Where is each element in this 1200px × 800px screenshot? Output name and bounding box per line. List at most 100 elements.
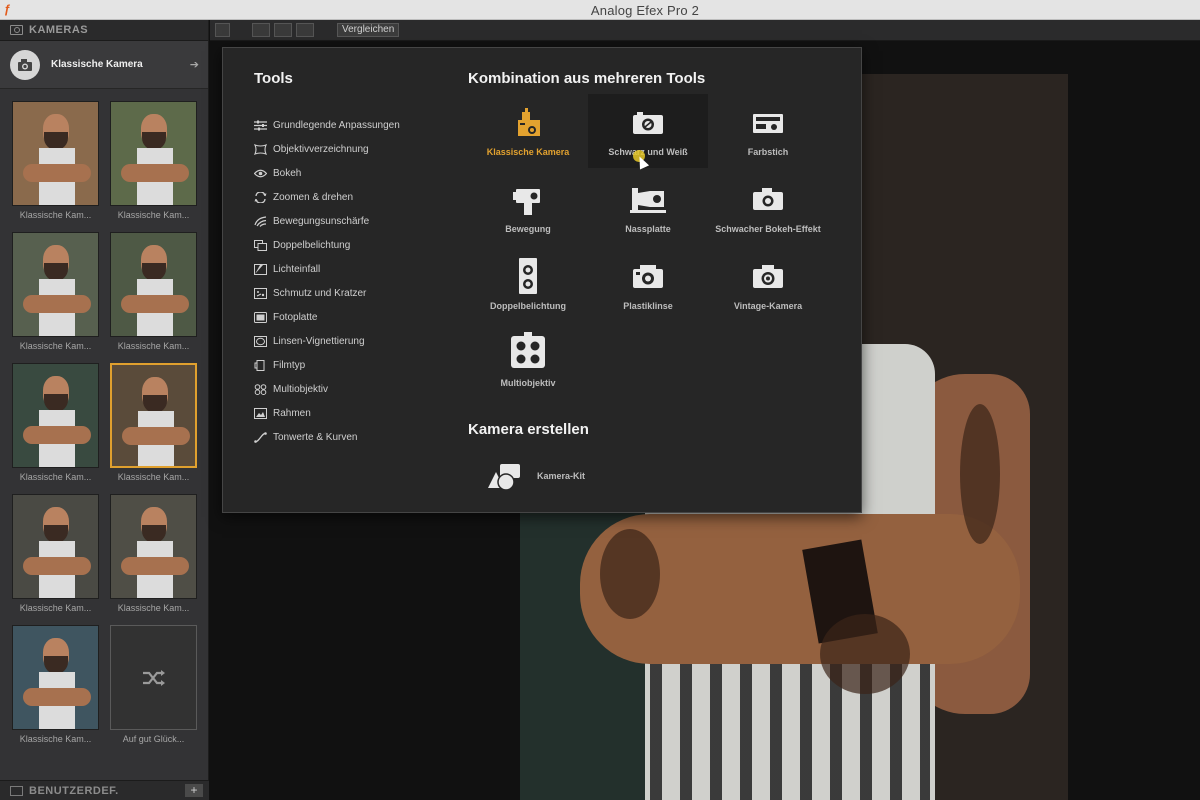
camera-option-multi-lens[interactable]: Multiobjektiv [468,325,588,399]
thumbnail-label: Klassische Kam... [19,734,92,744]
tool-label: Bokeh [273,167,302,179]
tool-label: Doppelbelichtung [273,239,351,251]
camera-kit-icon [488,464,520,491]
thumbnail-image [12,363,99,468]
camera-avatar [10,49,40,80]
tool-item[interactable]: Rahmen [254,401,400,425]
preset-thumbnail[interactable]: Klassische Kam... [12,101,99,220]
camera-icon [10,25,23,35]
dirt-icon [254,287,267,299]
tool-label: Schmutz und Kratzer [273,287,367,299]
camera-option-label: Schwarz und Weiß [608,147,688,157]
tool-item[interactable]: Linsen-Vignettierung [254,329,400,353]
camera-option-double-exposure[interactable]: Doppelbelichtung [468,248,588,322]
selected-camera-label: Klassische Kamera [51,59,143,70]
thumbnail-image [110,363,197,468]
tool-label: Rahmen [273,407,311,419]
vignette-icon [254,335,267,347]
double-exposure-icon [254,239,267,251]
tool-item[interactable]: Schmutz und Kratzer [254,281,400,305]
tool-item[interactable]: Tonwerte & Kurven [254,425,400,449]
preset-thumbnail[interactable]: Klassische Kam... [12,625,99,744]
tool-item[interactable]: Filmtyp [254,353,400,377]
camera-option-classic[interactable]: Klassische Kamera [468,94,588,168]
compare-button[interactable]: Vergleichen [337,23,400,37]
cameras-header-label: KAMERAS [29,24,89,36]
camera-option-label: Klassische Kamera [486,147,570,157]
camera-option-subtle-bokeh[interactable]: Schwacher Bokeh-Effekt [708,171,828,245]
tool-item[interactable]: Bewegungsunschärfe [254,209,400,233]
preset-thumbnail[interactable]: Klassische Kam... [110,232,197,351]
combination-heading: Kombination aus mehreren Tools [468,70,706,87]
toy-camera-icon [633,265,663,288]
tool-item[interactable]: Zoomen & drehen [254,185,400,209]
bokeh-eye-icon [254,169,267,177]
camera-kit-option[interactable]: Kamera-Kit [486,460,626,494]
camera-option-label: Vintage-Kamera [733,301,803,311]
camera-option-color-cast[interactable]: Farbstich [708,94,828,168]
classic-camera-icon [518,108,540,136]
lens-distortion-icon [254,143,267,155]
film-type-icon [254,359,265,371]
random-thumbnail [110,625,197,730]
preset-thumbnail-selected[interactable]: Klassische Kam... [110,363,197,482]
camera-option-label: Farbstich [747,147,789,157]
tool-label: Filmtyp [273,359,306,371]
camera-type-panel: Tools Grundlegende Anpassungen Objektivv… [222,47,862,513]
tool-item[interactable]: Objektivverzeichnung [254,137,400,161]
thumbnail-image [12,101,99,206]
camera-option-motion[interactable]: Bewegung [468,171,588,245]
tool-item[interactable]: Multiobjektiv [254,377,400,401]
camera-option-bw[interactable]: Schwarz und Weiß [588,94,708,168]
custom-presets-footer[interactable]: BENUTZERDEF. + [0,780,209,800]
rotate-icon [254,191,267,203]
thumbnail-label: Klassische Kam... [117,603,190,613]
tool-label: Zoomen & drehen [273,191,354,203]
tool-item[interactable]: Fotoplatte [254,305,400,329]
cameras-header: KAMERAS [0,20,208,41]
camera-option-label: Plastiklinse [623,301,673,311]
cameras-sidebar: KAMERAS Klassische Kamera ➔ Klassische K… [0,20,209,800]
camera-option-toy[interactable]: Plastiklinse [588,248,708,322]
vintage-camera-icon [753,265,783,288]
multi-lens-icon [254,383,267,395]
thumbnail-label: Klassische Kam... [117,210,190,220]
preset-thumbnail[interactable]: Klassische Kam... [12,363,99,482]
single-view-button[interactable] [252,23,270,37]
photo-plate-icon [254,311,267,323]
split-view-button[interactable] [274,23,292,37]
thumbnail-image [110,232,197,337]
preset-thumbnail[interactable]: Klassische Kam... [12,232,99,351]
bw-camera-icon [633,112,663,134]
thumbnail-image [12,494,99,599]
color-cast-camera-icon [753,114,783,133]
tool-item[interactable]: Bokeh [254,161,400,185]
subtle-bokeh-camera-icon [753,188,783,210]
top-toolbar: Vergleichen [210,20,1200,41]
thumbnail-label: Klassische Kam... [117,341,190,351]
thumbnail-label: Klassische Kam... [19,472,92,482]
preset-thumbnail[interactable]: Klassische Kam... [12,494,99,613]
preset-thumbnail[interactable]: Klassische Kam... [110,494,197,613]
thumbnail-image [12,232,99,337]
tool-item[interactable]: Doppelbelichtung [254,233,400,257]
sliders-icon [254,120,267,130]
toggle-sidebar-button[interactable] [215,23,230,37]
create-camera-heading: Kamera erstellen [468,421,589,438]
arrow-right-icon[interactable]: ➔ [190,58,199,71]
tool-item[interactable]: Grundlegende Anpassungen [254,113,400,137]
tool-item[interactable]: Lichteinfall [254,257,400,281]
tool-label: Objektivverzeichnung [273,143,369,155]
camera-selector[interactable]: Klassische Kamera ➔ [0,41,208,89]
add-preset-button[interactable]: + [185,784,203,797]
light-leak-icon [254,263,267,275]
thumbnail-image [110,494,197,599]
camera-option-wet-plate[interactable]: Nassplatte [588,171,708,245]
preset-thumbnail[interactable]: Klassische Kam... [110,101,197,220]
tool-label: Grundlegende Anpassungen [273,119,400,131]
motion-blur-icon [254,215,267,227]
side-by-side-button[interactable] [296,23,314,37]
camera-option-vintage[interactable]: Vintage-Kamera [708,248,828,322]
camera-option-label: Doppelbelichtung [490,301,566,311]
random-preset-button[interactable]: Auf gut Glück... [110,625,197,744]
